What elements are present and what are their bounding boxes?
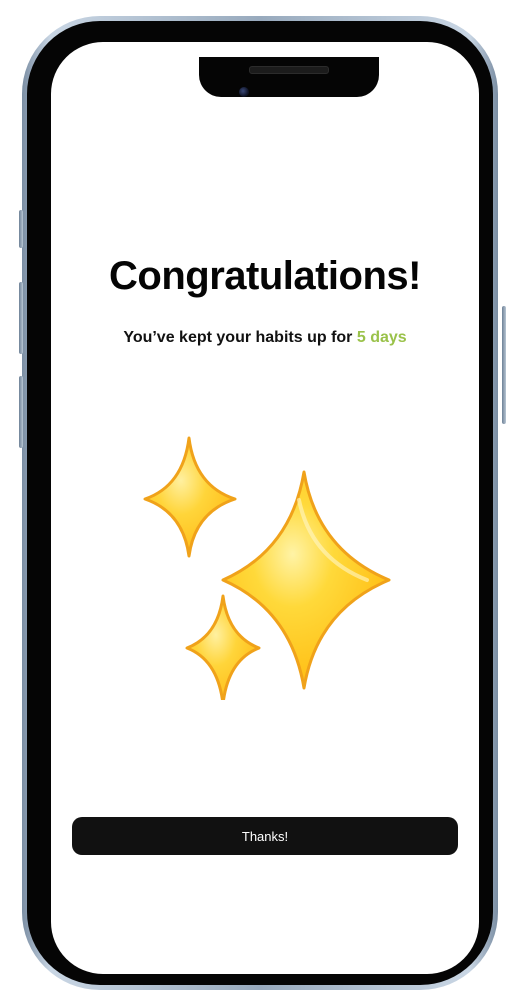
sparkles-emoji-icon — [143, 436, 391, 700]
volume-down-button — [19, 376, 23, 448]
speaker-grille — [249, 66, 329, 74]
streak-message: You’ve kept your habits up for 5 days — [51, 329, 479, 347]
streak-count: 5 days — [356, 329, 407, 346]
volume-up-button — [19, 282, 23, 354]
streak-message-prefix: You’ve kept your habits up for — [123, 329, 357, 346]
silent-switch — [19, 210, 23, 248]
power-button — [502, 306, 506, 424]
lower-sparkle-icon — [185, 594, 261, 700]
thanks-button[interactable]: Thanks! — [72, 817, 458, 855]
phone-frame: Congratulations! You’ve kept your habits… — [22, 16, 498, 990]
page-title: Congratulations! — [109, 254, 421, 298]
upper-sparkle-icon — [143, 436, 237, 558]
phone-bezel: Congratulations! You’ve kept your habits… — [27, 21, 493, 985]
phone-screen: Congratulations! You’ve kept your habits… — [51, 42, 479, 974]
front-camera — [239, 87, 249, 97]
notch — [199, 57, 379, 97]
